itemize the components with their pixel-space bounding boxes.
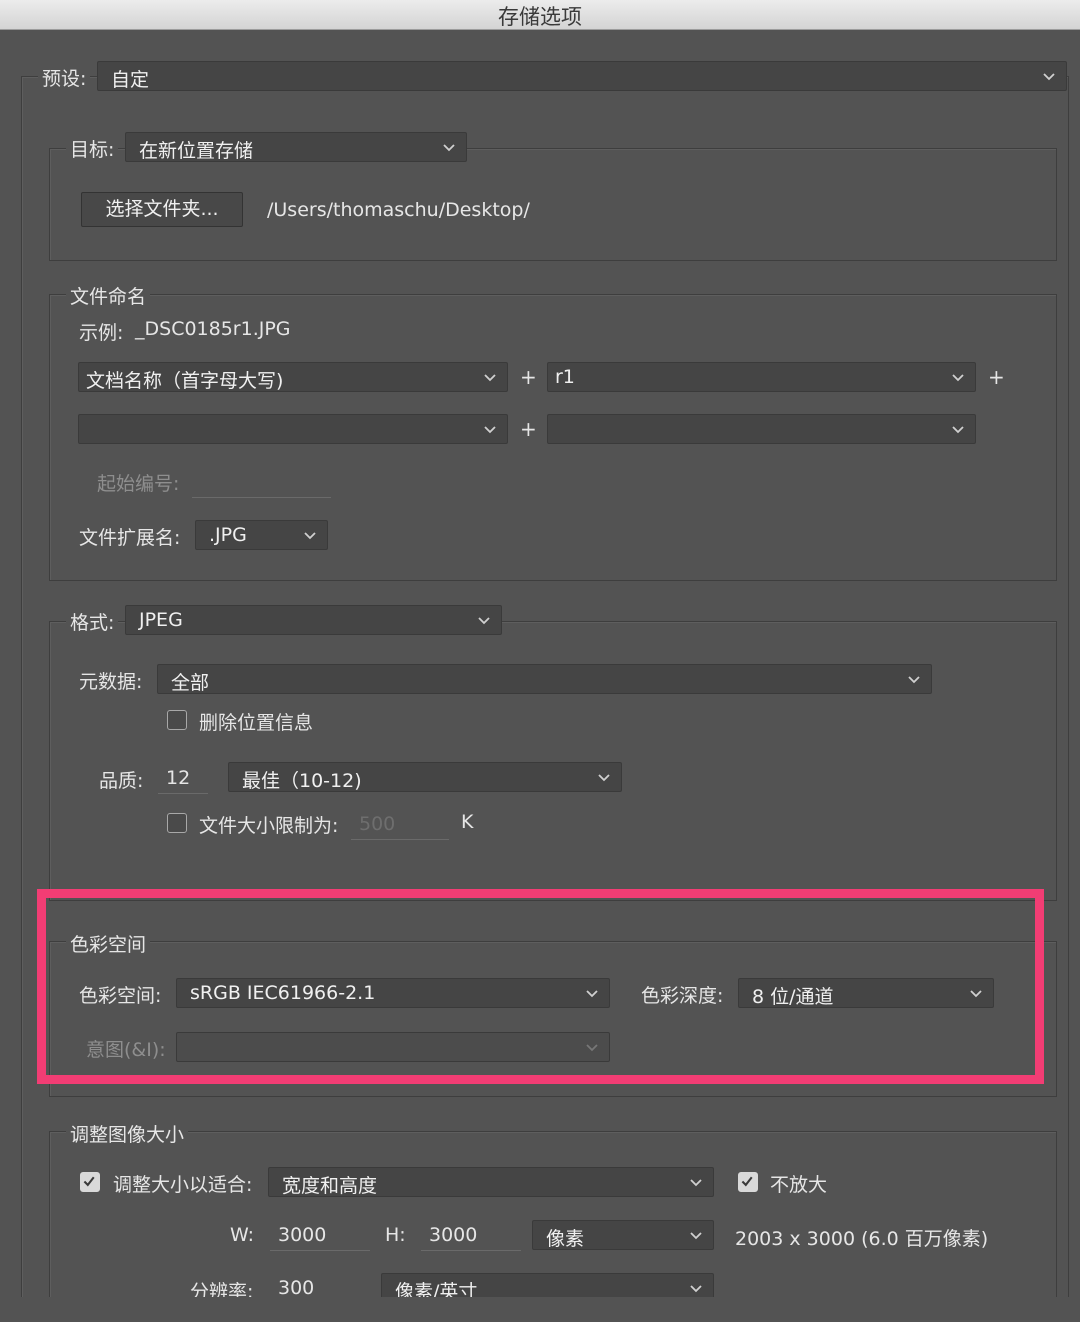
file-size-unit: K — [461, 811, 474, 833]
quality-label: 品质: — [99, 770, 144, 792]
file-size-limit-checkbox[interactable] — [167, 813, 187, 833]
file-size-limit-label: 文件大小限制为: — [199, 815, 339, 837]
plus-icon: + — [520, 365, 537, 389]
height-label: H: — [385, 1224, 406, 1246]
resize-fit-value: 宽度和高度 — [282, 1175, 378, 1197]
width-label: W: — [230, 1224, 255, 1246]
extension-label: 文件扩展名: — [79, 527, 181, 549]
quality-preset-select[interactable]: 最佳（10-12) — [228, 762, 622, 792]
plus-icon: + — [520, 417, 537, 441]
chevron-down-icon — [690, 1232, 702, 1240]
extension-select[interactable]: .JPG — [195, 520, 328, 550]
naming-field-1-value: 文档名称（首字母大写) — [86, 370, 284, 392]
dont-enlarge-checkbox[interactable] — [738, 1172, 758, 1192]
extension-value: .JPG — [209, 524, 247, 546]
chevron-down-icon — [908, 676, 920, 684]
preset-select[interactable]: 自定 — [97, 61, 1067, 91]
chevron-down-icon — [443, 144, 455, 152]
chevron-down-icon — [690, 1285, 702, 1293]
height-value: 3000 — [429, 1224, 478, 1246]
height-input[interactable]: 3000 — [421, 1221, 521, 1251]
destination-value: 在新位置存储 — [139, 140, 254, 162]
plus-icon: + — [988, 365, 1005, 389]
chevron-down-icon — [484, 374, 496, 382]
chevron-down-icon — [598, 774, 610, 782]
format-value: JPEG — [139, 609, 183, 631]
checkmark-icon — [741, 1176, 753, 1187]
example-value: _DSC0185r1.JPG — [135, 318, 291, 340]
format-select[interactable]: JPEG — [125, 605, 502, 635]
title-bar: 存储选项 — [0, 0, 1080, 30]
format-label: 格式: — [66, 608, 119, 635]
naming-field-1[interactable]: 文档名称（首字母大写) — [78, 362, 508, 392]
chevron-down-icon — [478, 617, 490, 625]
naming-field-2[interactable]: r1 — [547, 362, 976, 392]
start-number-label: 起始编号: — [97, 473, 180, 495]
checkmark-icon — [83, 1176, 95, 1187]
highlight-box — [37, 889, 1044, 1084]
format-group — [49, 621, 1057, 901]
quality-value: 12 — [166, 767, 191, 789]
preset-value: 自定 — [111, 69, 150, 91]
metadata-select[interactable]: 全部 — [157, 664, 932, 694]
quality-preset-value: 最佳（10-12) — [242, 770, 362, 792]
resolution-value: 300 — [278, 1277, 315, 1299]
start-number-input[interactable] — [192, 468, 331, 498]
chevron-down-icon — [952, 426, 964, 434]
width-input[interactable]: 3000 — [270, 1221, 370, 1251]
metadata-label: 元数据: — [79, 671, 143, 693]
resize-fit-label: 调整大小以适合: — [113, 1174, 253, 1196]
destination-label: 目标: — [66, 135, 119, 162]
remove-location-checkbox[interactable] — [167, 710, 187, 730]
file-size-limit-value: 500 — [359, 813, 396, 835]
example-label: 示例: — [79, 322, 124, 344]
choose-folder-button[interactable]: 选择文件夹... — [81, 192, 243, 227]
remove-location-label: 删除位置信息 — [199, 712, 314, 734]
size-info: 2003 x 3000 (6.0 百万像素) — [735, 1228, 989, 1250]
destination-path: /Users/thomaschu/Desktop/ — [267, 199, 530, 221]
resize-fit-select[interactable]: 宽度和高度 — [268, 1167, 714, 1197]
file-naming-heading: 文件命名 — [66, 282, 151, 309]
bottom-edge — [0, 1297, 1080, 1322]
width-value: 3000 — [278, 1224, 327, 1246]
chevron-down-icon — [690, 1179, 702, 1187]
window-title: 存储选项 — [498, 5, 582, 29]
chevron-down-icon — [484, 426, 496, 434]
chevron-down-icon — [1043, 73, 1055, 81]
preset-label: 预设: — [38, 64, 91, 91]
naming-field-4[interactable] — [547, 414, 976, 444]
resize-to-fit-checkbox[interactable] — [80, 1172, 100, 1192]
naming-field-2-value: r1 — [555, 366, 575, 388]
resize-unit-select[interactable]: 像素 — [532, 1220, 714, 1250]
chevron-down-icon — [952, 374, 964, 382]
destination-select[interactable]: 在新位置存储 — [125, 132, 467, 162]
naming-field-3[interactable] — [78, 414, 508, 444]
chevron-down-icon — [304, 532, 316, 540]
metadata-value: 全部 — [171, 672, 210, 694]
quality-input[interactable]: 12 — [158, 764, 208, 794]
file-size-limit-input[interactable]: 500 — [351, 810, 449, 840]
resize-heading: 调整图像大小 — [66, 1120, 189, 1147]
dont-enlarge-label: 不放大 — [770, 1174, 828, 1196]
resize-unit-value: 像素 — [546, 1228, 585, 1250]
